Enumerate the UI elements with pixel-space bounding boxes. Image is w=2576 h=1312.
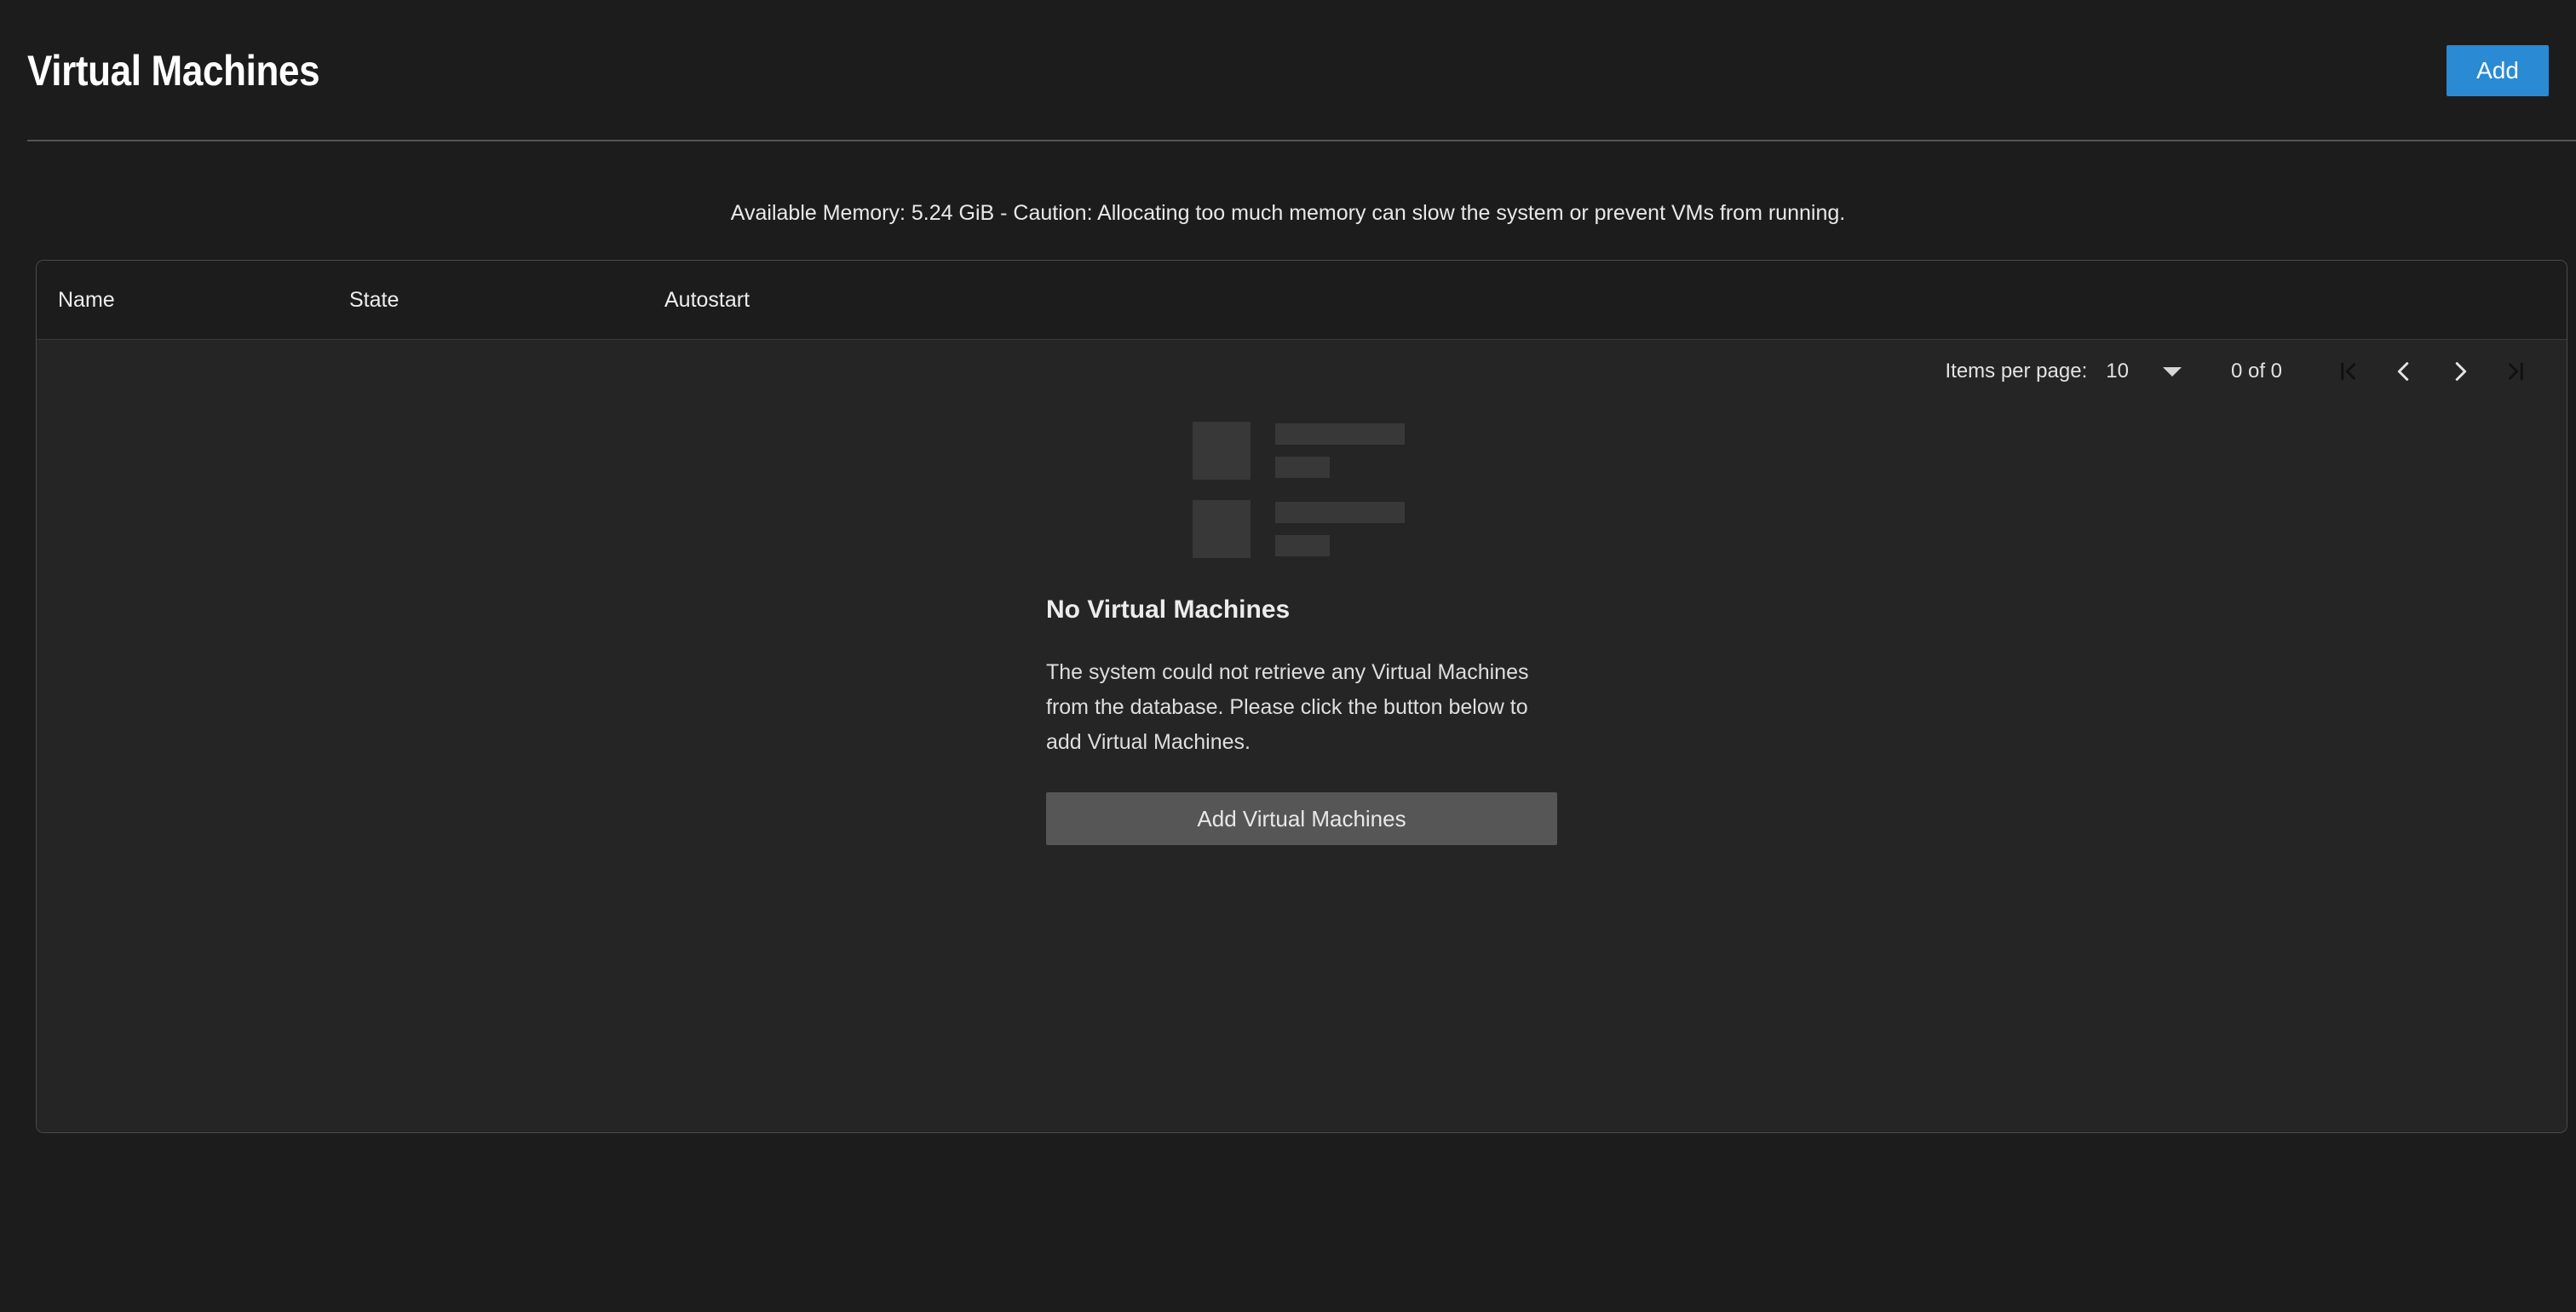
items-per-page-value: 10 <box>2106 361 2129 382</box>
empty-state: No Virtual Machines The system could not… <box>37 403 2567 1132</box>
chevron-right-icon <box>2447 359 2473 384</box>
paginator-navigation <box>2321 345 2543 398</box>
skeleton-bar-long <box>1275 423 1405 445</box>
column-header-name[interactable]: Name <box>37 290 349 311</box>
skeleton-row <box>1193 422 1557 480</box>
skeleton-bar-short <box>1275 535 1330 556</box>
empty-state-message: The system could not retrieve any Virtua… <box>1046 655 1540 760</box>
empty-state-title: No Virtual Machines <box>1046 597 1557 623</box>
last-page-button[interactable] <box>2490 345 2543 398</box>
chevron-down-icon <box>2163 367 2182 377</box>
items-per-page-select[interactable]: 10 <box>2106 361 2182 382</box>
skeleton-row <box>1193 500 1557 558</box>
page-title: Virtual Machines <box>27 49 319 92</box>
page-range-label: 0 of 0 <box>2231 361 2282 382</box>
add-virtual-machines-button[interactable]: Add Virtual Machines <box>1046 792 1557 845</box>
available-memory-notice: Available Memory: 5.24 GiB - Caution: Al… <box>0 141 2576 224</box>
first-page-button[interactable] <box>2321 345 2374 398</box>
paginator: Items per page: 10 0 of 0 <box>37 340 2567 403</box>
table-body: Items per page: 10 0 of 0 <box>37 340 2567 1132</box>
skeleton-bar-long <box>1275 502 1405 523</box>
skeleton-thumbnail <box>1193 500 1251 558</box>
skeleton-thumbnail <box>1193 422 1251 480</box>
next-page-button[interactable] <box>2434 345 2487 398</box>
empty-state-skeleton-illustration <box>1046 422 1557 558</box>
column-header-autostart[interactable]: Autostart <box>664 290 2567 311</box>
first-page-icon <box>2335 359 2360 384</box>
previous-page-button[interactable] <box>2378 345 2430 398</box>
add-button[interactable]: Add <box>2447 45 2549 96</box>
column-header-state[interactable]: State <box>349 290 664 311</box>
header-divider <box>27 140 2576 141</box>
virtual-machines-card: Name State Autostart Items per page: 10 … <box>36 260 2567 1133</box>
items-per-page-label: Items per page: <box>1945 361 2087 382</box>
table-header-row: Name State Autostart <box>37 261 2567 340</box>
page-header: Virtual Machines Add <box>0 0 2576 141</box>
skeleton-bar-short <box>1275 457 1330 478</box>
last-page-icon <box>2504 359 2529 384</box>
chevron-left-icon <box>2391 359 2417 384</box>
